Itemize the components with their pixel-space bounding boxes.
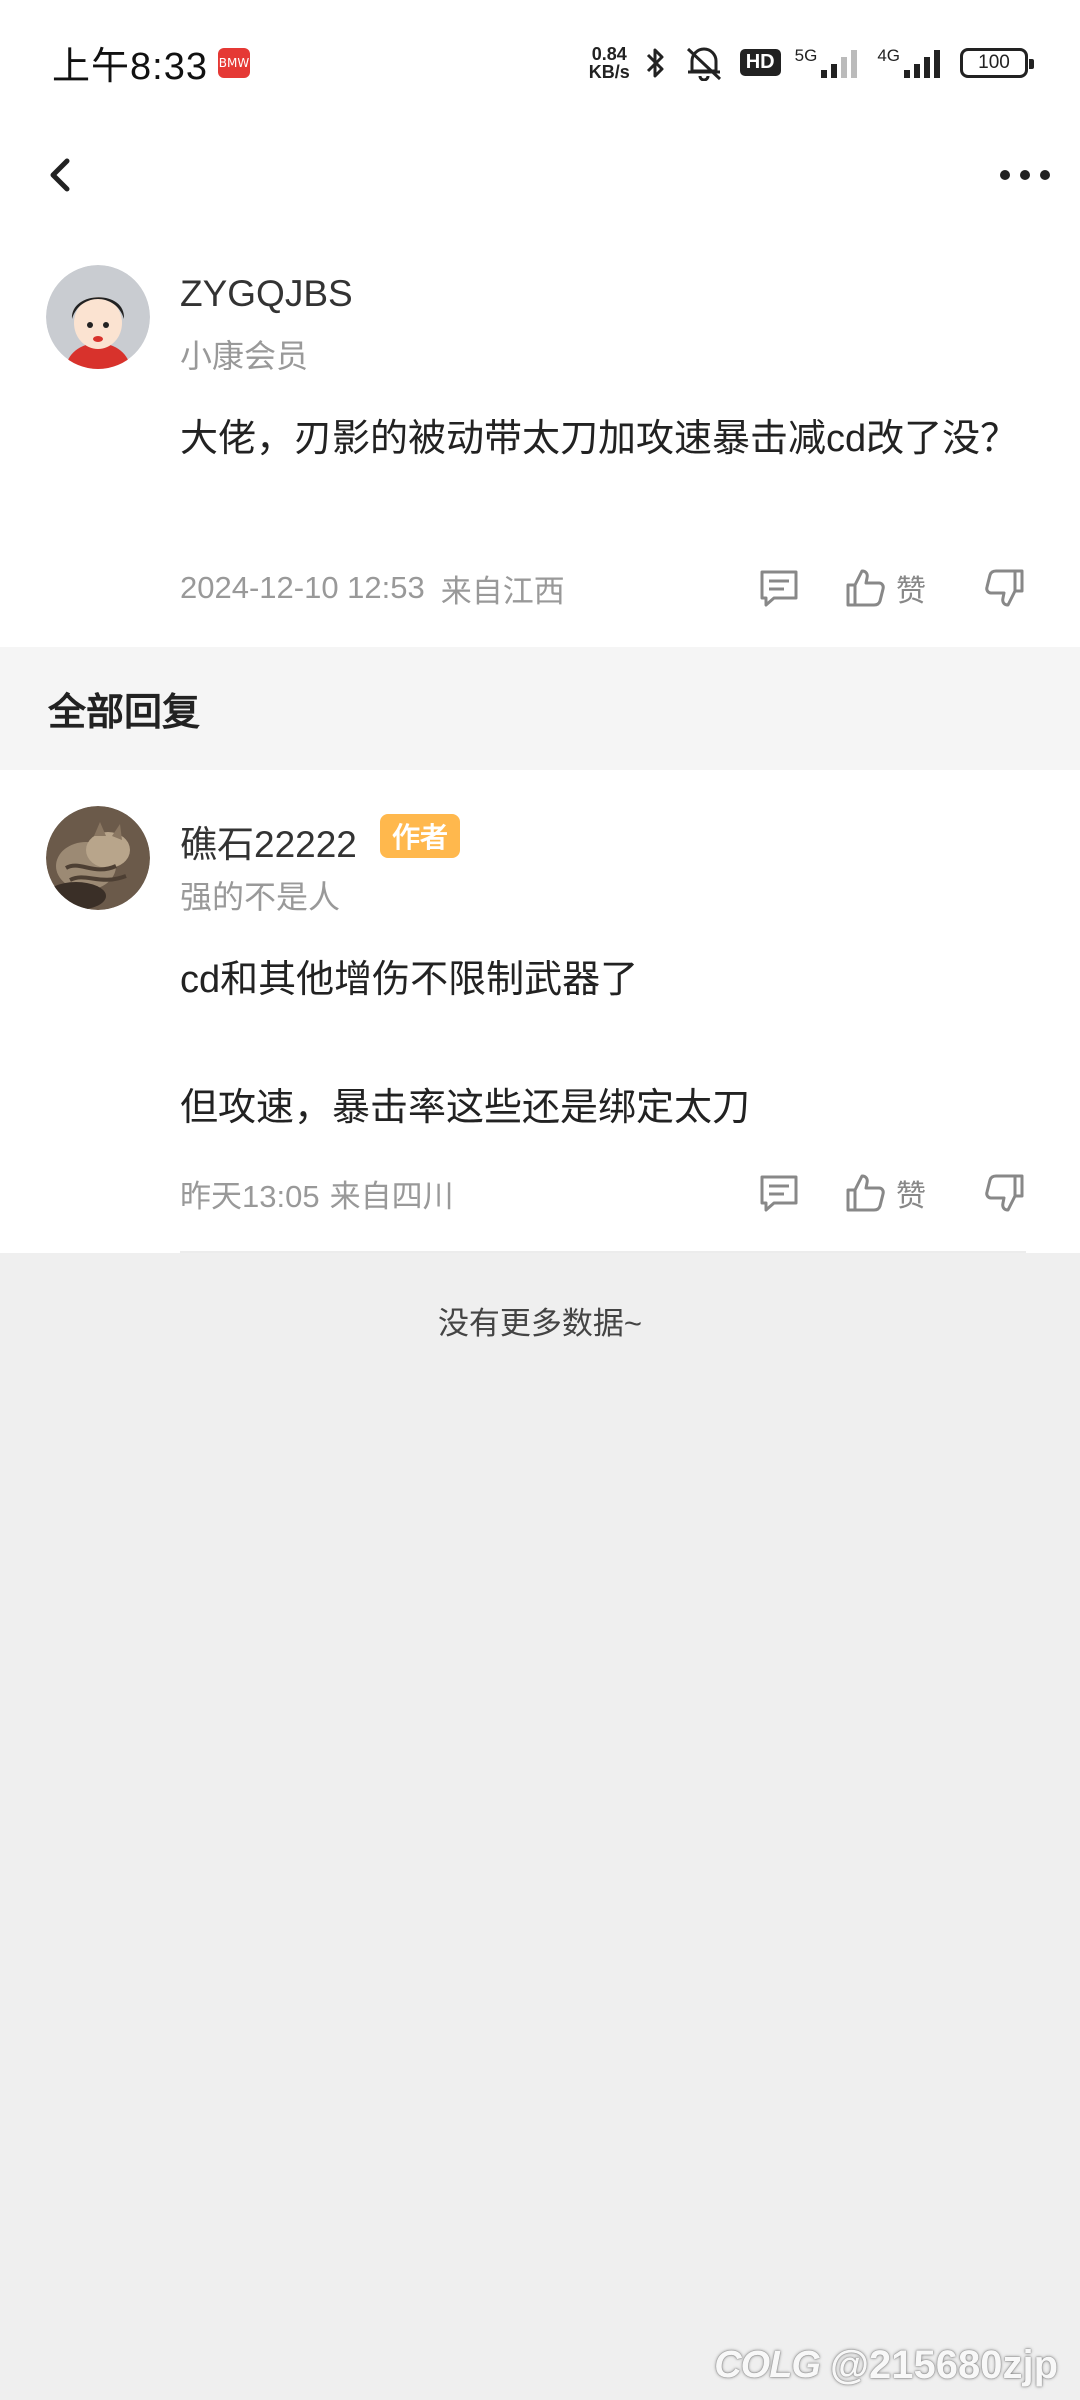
post-user-level: 小康会员 <box>180 338 309 374</box>
no-more-data-text: 没有更多数据~ <box>437 1306 643 1341</box>
battery-icon: 100 <box>960 47 1034 78</box>
post-actions: 赞 <box>758 566 1026 610</box>
like-label: 赞 <box>896 1180 926 1213</box>
reply-user-signature: 强的不是人 <box>180 879 341 915</box>
status-left: 上午8:33 BMW <box>52 35 250 90</box>
network-speed: 0.84 KB/s <box>589 45 630 81</box>
more-dots-icon <box>1000 170 1050 180</box>
more-options-button[interactable] <box>990 145 1060 205</box>
back-button[interactable] <box>30 145 90 205</box>
section-title: 全部回复 <box>48 692 201 734</box>
signal-5g-icon: 5G <box>795 46 864 80</box>
status-right: 0.84 KB/s HD 5G 4G 100 <box>589 45 1034 81</box>
watermark-handle: @215680zjp <box>829 2343 1058 2387</box>
reply-location: 来自四川 <box>329 1178 454 1214</box>
like-label: 赞 <box>896 575 926 608</box>
watermark: COLG @215680zjp <box>714 2343 1058 2388</box>
reply-meta-row: 昨天13:05 来自四川 赞 <box>180 1168 1026 1218</box>
network-speed-unit: KB/s <box>588 61 630 82</box>
comment-icon <box>760 1175 798 1212</box>
reply-detail-page: 上午8:33 BMW 0.84 KB/s HD 5G 4G 100 ZYGQJB… <box>0 0 1080 2400</box>
watermark-logo: COLG <box>714 2344 821 2386</box>
original-comment: ZYGQJBS 小康会员 大佬，刃影的被动带太刀加攻速暴击减cd改了没？ 202… <box>0 245 1080 647</box>
reply-user-name[interactable]: 礁石22222 <box>180 814 357 868</box>
reply-content-line-1: cd和其他增伤不限制武器了 <box>180 959 639 1001</box>
signal-5g-label: 5G <box>794 45 818 65</box>
reply-actions: 赞 <box>758 1171 1026 1215</box>
reply-content-line-2: 但攻速，暴击率这些还是绑定太刀 <box>180 1087 751 1129</box>
post-content: 大佬，刃影的被动带太刀加攻速暴击减cd改了没？ <box>180 418 1019 460</box>
thumbs-down-icon <box>985 569 1024 607</box>
post-meta-row: 2024-12-10 12:53 来自江西 赞 <box>180 563 1026 613</box>
like-button[interactable]: 赞 <box>844 566 926 610</box>
status-time: 上午8:33 <box>52 46 208 88</box>
reply-button[interactable] <box>758 1173 800 1213</box>
dislike-button[interactable] <box>984 567 1026 609</box>
author-badge: 作者 <box>380 814 461 858</box>
nav-bar <box>0 125 1080 245</box>
divider <box>180 1251 1026 1253</box>
app-notification-icon: BMW <box>217 47 250 78</box>
avatar[interactable] <box>46 265 150 369</box>
hd-voice-icon: HD <box>739 49 781 76</box>
status-bar: 上午8:33 BMW 0.84 KB/s HD 5G 4G 100 <box>0 0 1080 125</box>
like-button[interactable]: 赞 <box>844 1171 926 1215</box>
signal-4g-label: 4G <box>877 45 900 65</box>
post-location: 来自江西 <box>440 573 565 609</box>
comment-icon <box>760 570 798 607</box>
thumbs-up-icon <box>846 1174 885 1212</box>
reply-item: 礁石22222 作者 强的不是人 cd和其他增伤不限制武器了 但攻速，暴击率这些… <box>0 770 1080 1253</box>
avatar[interactable] <box>46 806 150 910</box>
post-user-name[interactable]: ZYGQJBS <box>180 273 353 315</box>
reply-timestamp: 昨天13:05 <box>180 1178 320 1214</box>
chevron-left-icon <box>50 158 70 192</box>
network-speed-value: 0.84 <box>591 43 627 64</box>
dislike-button[interactable] <box>984 1172 1026 1214</box>
thumbs-up-icon <box>846 569 885 607</box>
mute-bell-icon <box>682 45 726 81</box>
reply-button[interactable] <box>758 568 800 608</box>
bluetooth-icon <box>644 45 668 81</box>
signal-4g-icon: 4G <box>877 46 946 80</box>
all-replies-header: 全部回复 <box>0 647 1080 770</box>
post-timestamp: 2024-12-10 12:53 <box>180 570 425 605</box>
thumbs-down-icon <box>985 1174 1024 1212</box>
